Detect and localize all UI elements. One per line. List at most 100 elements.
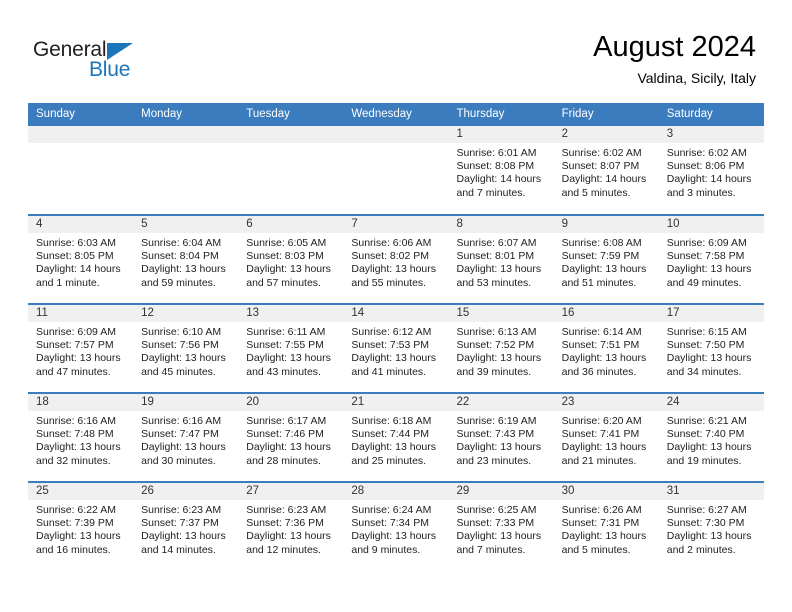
daylight-text: Daylight: 13 hours — [351, 263, 437, 276]
calendar-day-cell[interactable]: 18 Sunrise: 6:16 AM Sunset: 7:48 PM Dayligh… — [28, 392, 134, 482]
day-cell-inner — [343, 126, 449, 213]
calendar-week-row: 11 Sunrise: 6:09 AM Sunset: 7:57 PM Dayligh… — [28, 303, 764, 393]
sunset-text: Sunset: 7:56 PM — [141, 339, 219, 352]
calendar-day-cell[interactable]: 13 Sunrise: 6:11 AM Sunset: 7:55 PM Dayligh… — [238, 303, 344, 393]
sunset-text: Sunset: 8:05 PM — [36, 250, 114, 263]
calendar-day-cell[interactable]: 1 Sunrise: 6:01 AM Sunset: 8:08 PM Daylight… — [448, 126, 554, 215]
sunset-text: Sunset: 7:36 PM — [246, 517, 324, 530]
sunrise-text: Sunrise: 6:19 AM — [456, 415, 537, 427]
daylight-text-cont: and 55 minutes. — [351, 276, 427, 289]
day-cell-inner: 30 Sunrise: 6:26 AM Sunset: 7:31 PM Dayligh… — [553, 483, 659, 570]
calendar-week-row: 1 Sunrise: 6:01 AM Sunset: 8:08 PM Daylight… — [28, 126, 764, 215]
day-details: Sunrise: 6:21 AM Sunset: 7:40 PM Daylight:… — [659, 411, 764, 468]
calendar-day-cell[interactable]: 2 Sunrise: 6:02 AM Sunset: 8:07 PM Daylight… — [553, 126, 659, 215]
sunrise-text: Sunrise: 6:12 AM — [351, 326, 432, 338]
calendar-day-cell[interactable]: 16 Sunrise: 6:14 AM Sunset: 7:51 PM Dayligh… — [553, 303, 659, 393]
sunset-text: Sunset: 7:43 PM — [456, 428, 535, 441]
day-cell-inner: 7 Sunrise: 6:06 AM Sunset: 8:02 PM Daylight… — [343, 216, 449, 303]
calendar-day-cell[interactable]: 3 Sunrise: 6:02 AM Sunset: 8:06 PM Daylight… — [658, 126, 764, 215]
day-number: 1 — [448, 126, 554, 143]
day-details: Sunrise: 6:09 AM Sunset: 7:57 PM Daylight:… — [28, 322, 133, 379]
calendar-day-cell[interactable]: 30 Sunrise: 6:26 AM Sunset: 7:31 PM Dayligh… — [553, 481, 659, 571]
day-cell-inner: 4 Sunrise: 6:03 AM Sunset: 8:05 PM Daylight… — [28, 216, 134, 303]
calendar-day-cell[interactable]: 7 Sunrise: 6:06 AM Sunset: 8:02 PM Daylight… — [343, 214, 449, 304]
calendar-day-cell[interactable]: 28 Sunrise: 6:24 AM Sunset: 7:34 PM Dayligh… — [343, 481, 449, 571]
weekday-header-thursday: Thursday — [448, 103, 554, 126]
day-details: Sunrise: 6:12 AM Sunset: 7:53 PM Daylight:… — [343, 322, 448, 379]
calendar-day-cell[interactable]: 4 Sunrise: 6:03 AM Sunset: 8:05 PM Daylight… — [28, 214, 134, 304]
calendar-day-cell[interactable]: 25 Sunrise: 6:22 AM Sunset: 7:39 PM Dayligh… — [28, 481, 134, 571]
sunrise-text: Sunrise: 6:14 AM — [561, 326, 642, 338]
daylight-text-cont: and 59 minutes. — [141, 276, 216, 289]
daylight-text: Daylight: 13 hours — [456, 441, 542, 454]
sunrise-text: Sunrise: 6:20 AM — [561, 415, 642, 427]
page-header: General Blue August 2024 Valdina, Sicily… — [0, 0, 792, 103]
day-cell-inner: 28 Sunrise: 6:24 AM Sunset: 7:34 PM Dayligh… — [343, 483, 449, 570]
calendar-day-cell[interactable]: 20 Sunrise: 6:17 AM Sunset: 7:46 PM Dayligh… — [238, 392, 344, 482]
calendar-day-cell[interactable]: 21 Sunrise: 6:18 AM Sunset: 7:44 PM Dayligh… — [343, 392, 449, 482]
sunrise-text: Sunrise: 6:16 AM — [141, 415, 222, 427]
day-details: Sunrise: 6:24 AM Sunset: 7:34 PM Daylight:… — [343, 500, 448, 557]
day-details: Sunrise: 6:14 AM Sunset: 7:51 PM Daylight:… — [554, 322, 659, 379]
daylight-text: Daylight: 14 hours — [456, 173, 542, 186]
calendar-day-cell[interactable]: 10 Sunrise: 6:09 AM Sunset: 7:58 PM Dayligh… — [658, 214, 764, 304]
calendar-day-cell[interactable]: 6 Sunrise: 6:05 AM Sunset: 8:03 PM Daylight… — [238, 214, 344, 304]
sunset-text: Sunset: 7:57 PM — [36, 339, 114, 352]
day-details: Sunrise: 6:07 AM Sunset: 8:01 PM Daylight:… — [449, 233, 554, 290]
daylight-text: Daylight: 13 hours — [351, 530, 437, 543]
day-details: Sunrise: 6:16 AM Sunset: 7:47 PM Daylight:… — [133, 411, 238, 468]
calendar-day-cell[interactable]: 11 Sunrise: 6:09 AM Sunset: 7:57 PM Dayligh… — [28, 303, 134, 393]
calendar-day-cell[interactable]: 9 Sunrise: 6:08 AM Sunset: 7:59 PM Daylight… — [553, 214, 659, 304]
day-cell-inner: 1 Sunrise: 6:01 AM Sunset: 8:08 PM Daylight… — [448, 126, 554, 213]
calendar-day-cell[interactable]: 27 Sunrise: 6:23 AM Sunset: 7:36 PM Dayligh… — [238, 481, 344, 571]
daylight-text-cont: and 47 minutes. — [36, 365, 111, 378]
calendar-day-cell[interactable]: 19 Sunrise: 6:16 AM Sunset: 7:47 PM Dayligh… — [133, 392, 239, 482]
daylight-text-cont: and 3 minutes. — [666, 186, 736, 199]
day-number: 28 — [343, 483, 449, 500]
brand-logo[interactable]: General Blue — [33, 38, 213, 88]
calendar-day-cell[interactable]: 12 Sunrise: 6:10 AM Sunset: 7:56 PM Dayligh… — [133, 303, 239, 393]
sunrise-text: Sunrise: 6:11 AM — [246, 326, 326, 338]
calendar-day-cell[interactable]: 24 Sunrise: 6:21 AM Sunset: 7:40 PM Dayligh… — [658, 392, 764, 482]
daylight-text-cont: and 5 minutes. — [561, 543, 631, 556]
sunset-text: Sunset: 8:03 PM — [246, 250, 324, 263]
day-number: 26 — [133, 483, 239, 500]
day-cell-inner: 12 Sunrise: 6:10 AM Sunset: 7:56 PM Dayligh… — [133, 305, 239, 392]
calendar-day-cell[interactable]: 26 Sunrise: 6:23 AM Sunset: 7:37 PM Dayligh… — [133, 481, 239, 571]
weekday-header-monday: Monday — [133, 103, 239, 126]
calendar-day-cell[interactable]: 14 Sunrise: 6:12 AM Sunset: 7:53 PM Dayligh… — [343, 303, 449, 393]
calendar-week-row: 18 Sunrise: 6:16 AM Sunset: 7:48 PM Dayligh… — [28, 392, 764, 482]
day-number: 5 — [133, 216, 239, 233]
sunset-text: Sunset: 8:06 PM — [666, 160, 745, 173]
sunrise-text: Sunrise: 6:05 AM — [246, 237, 327, 249]
calendar-day-cell[interactable]: 29 Sunrise: 6:25 AM Sunset: 7:33 PM Dayligh… — [448, 481, 554, 571]
daylight-text: Daylight: 14 hours — [666, 173, 752, 186]
day-number — [28, 126, 134, 143]
calendar-day-cell[interactable]: 17 Sunrise: 6:15 AM Sunset: 7:50 PM Dayligh… — [658, 303, 764, 393]
day-details — [238, 143, 343, 147]
calendar-day-cell[interactable]: 22 Sunrise: 6:19 AM Sunset: 7:43 PM Dayligh… — [448, 392, 554, 482]
daylight-text-cont: and 45 minutes. — [141, 365, 216, 378]
day-number: 16 — [553, 305, 659, 322]
sunset-text: Sunset: 7:59 PM — [561, 250, 640, 263]
sunrise-text: Sunrise: 6:25 AM — [456, 504, 537, 516]
sunrise-text: Sunrise: 6:10 AM — [141, 326, 222, 338]
daylight-text-cont: and 2 minutes. — [666, 543, 736, 556]
calendar-day-cell[interactable]: 23 Sunrise: 6:20 AM Sunset: 7:41 PM Dayligh… — [553, 392, 659, 482]
calendar-day-cell[interactable]: 5 Sunrise: 6:04 AM Sunset: 8:04 PM Daylight… — [133, 214, 239, 304]
daylight-text: Daylight: 13 hours — [456, 352, 542, 365]
day-number: 31 — [658, 483, 764, 500]
sunset-text: Sunset: 7:40 PM — [666, 428, 745, 441]
day-cell-inner: 19 Sunrise: 6:16 AM Sunset: 7:47 PM Dayligh… — [133, 394, 239, 481]
day-details: Sunrise: 6:22 AM Sunset: 7:39 PM Daylight:… — [28, 500, 133, 557]
day-number — [238, 126, 344, 143]
day-details: Sunrise: 6:17 AM Sunset: 7:46 PM Daylight:… — [238, 411, 343, 468]
sunrise-text: Sunrise: 6:27 AM — [666, 504, 747, 516]
calendar-day-cell[interactable]: 8 Sunrise: 6:07 AM Sunset: 8:01 PM Daylight… — [448, 214, 554, 304]
sunset-text: Sunset: 8:07 PM — [561, 160, 640, 173]
daylight-text-cont: and 14 minutes. — [141, 543, 216, 556]
daylight-text: Daylight: 13 hours — [246, 352, 331, 365]
calendar-day-cell[interactable]: 15 Sunrise: 6:13 AM Sunset: 7:52 PM Dayligh… — [448, 303, 554, 393]
daylight-text-cont: and 19 minutes. — [666, 454, 742, 467]
calendar-day-cell[interactable]: 31 Sunrise: 6:27 AM Sunset: 7:30 PM Dayligh… — [658, 481, 764, 571]
